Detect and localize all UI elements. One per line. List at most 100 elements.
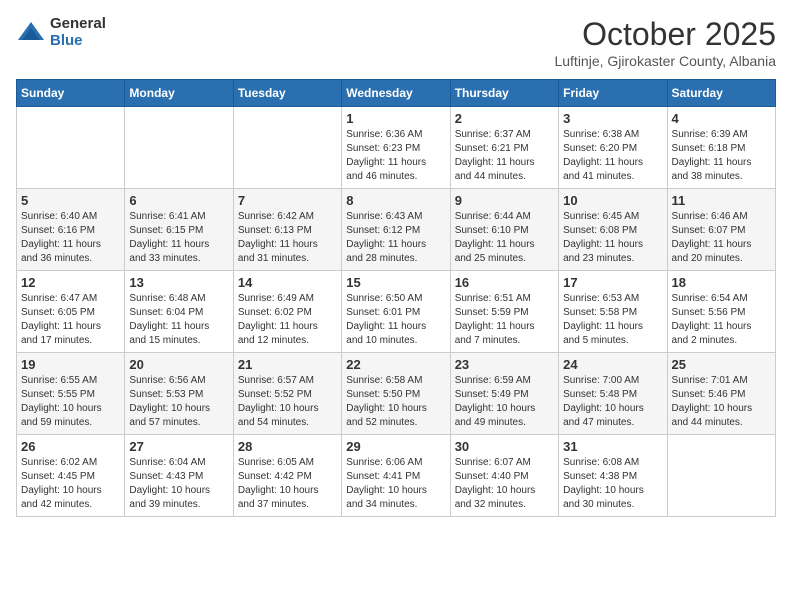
day-info: Sunrise: 6:51 AM Sunset: 5:59 PM Dayligh… [455, 292, 554, 348]
day-info: Sunrise: 7:01 AM Sunset: 5:46 PM Dayligh… [672, 374, 771, 430]
location-subtitle: Luftinje, Gjirokaster County, Albania [554, 53, 776, 69]
day-number: 13 [129, 275, 228, 290]
calendar-cell: 6 Sunrise: 6:41 AM Sunset: 6:15 PM Daylig… [125, 189, 233, 271]
day-info: Sunrise: 6:59 AM Sunset: 5:49 PM Dayligh… [455, 374, 554, 430]
calendar-cell: 18 Sunrise: 6:54 AM Sunset: 5:56 PM Dayli… [667, 271, 775, 353]
calendar-cell: 28Sunrise: 6:05 AM Sunset: 4:42 PM Dayli… [233, 435, 341, 517]
day-number: 21 [238, 357, 337, 372]
calendar-cell: 12 Sunrise: 6:47 AM Sunset: 6:05 PM Dayli… [17, 271, 125, 353]
day-info: Sunrise: 6:05 AM Sunset: 4:42 PM Dayligh… [238, 456, 337, 512]
day-info: Sunrise: 6:54 AM Sunset: 5:56 PM Dayligh… [672, 292, 771, 348]
calendar-cell: 26Sunrise: 6:02 AM Sunset: 4:45 PM Dayli… [17, 435, 125, 517]
day-info: Sunrise: 6:37 AM Sunset: 6:21 PM Dayligh… [455, 128, 554, 184]
calendar-cell: 7 Sunrise: 6:42 AM Sunset: 6:13 PM Daylig… [233, 189, 341, 271]
day-info: Sunrise: 6:07 AM Sunset: 4:40 PM Dayligh… [455, 456, 554, 512]
calendar-table: SundayMondayTuesdayWednesdayThursdayFrid… [16, 79, 776, 517]
calendar-cell: 24Sunrise: 7:00 AM Sunset: 5:48 PM Dayli… [559, 353, 667, 435]
calendar-cell: 11Sunrise: 6:46 AM Sunset: 6:07 PM Dayli… [667, 189, 775, 271]
day-number: 9 [455, 193, 554, 208]
day-number: 19 [21, 357, 120, 372]
day-number: 29 [346, 439, 445, 454]
calendar-cell: 2 Sunrise: 6:37 AM Sunset: 6:21 PM Daylig… [450, 107, 558, 189]
calendar-day-header: Sunday [17, 80, 125, 107]
calendar-cell: 15 Sunrise: 6:50 AM Sunset: 6:01 PM Dayli… [342, 271, 450, 353]
calendar-cell [125, 107, 233, 189]
day-info: Sunrise: 6:49 AM Sunset: 6:02 PM Dayligh… [238, 292, 337, 348]
day-number: 15 [346, 275, 445, 290]
calendar-week-row: 19 Sunrise: 6:55 AM Sunset: 5:55 PM Dayli… [17, 353, 776, 435]
day-number: 14 [238, 275, 337, 290]
day-number: 7 [238, 193, 337, 208]
day-info: Sunrise: 6:06 AM Sunset: 4:41 PM Dayligh… [346, 456, 445, 512]
day-info: Sunrise: 6:42 AM Sunset: 6:13 PM Dayligh… [238, 210, 337, 266]
calendar-cell: 27 Sunrise: 6:04 AM Sunset: 4:43 PM Dayli… [125, 435, 233, 517]
calendar-cell: 9 Sunrise: 6:44 AM Sunset: 6:10 PM Daylig… [450, 189, 558, 271]
day-info: Sunrise: 6:40 AM Sunset: 6:16 PM Dayligh… [21, 210, 120, 266]
day-number: 18 [672, 275, 771, 290]
day-number: 1 [346, 111, 445, 126]
calendar-cell: 19 Sunrise: 6:55 AM Sunset: 5:55 PM Dayli… [17, 353, 125, 435]
logo-icon [16, 18, 46, 48]
day-number: 22 [346, 357, 445, 372]
calendar-cell: 29 Sunrise: 6:06 AM Sunset: 4:41 PM Dayli… [342, 435, 450, 517]
calendar-cell: 1 Sunrise: 6:36 AM Sunset: 6:23 PM Daylig… [342, 107, 450, 189]
calendar-week-row: 26Sunrise: 6:02 AM Sunset: 4:45 PM Dayli… [17, 435, 776, 517]
calendar-week-row: 5 Sunrise: 6:40 AM Sunset: 6:16 PM Daylig… [17, 189, 776, 271]
day-number: 6 [129, 193, 228, 208]
day-info: Sunrise: 6:46 AM Sunset: 6:07 PM Dayligh… [672, 210, 771, 266]
logo: General Blue [16, 16, 106, 49]
logo-general-text: General [50, 16, 106, 33]
day-info: Sunrise: 6:58 AM Sunset: 5:50 PM Dayligh… [346, 374, 445, 430]
calendar-cell: 25 Sunrise: 7:01 AM Sunset: 5:46 PM Dayli… [667, 353, 775, 435]
calendar-cell: 13 Sunrise: 6:48 AM Sunset: 6:04 PM Dayli… [125, 271, 233, 353]
calendar-cell: 20 Sunrise: 6:56 AM Sunset: 5:53 PM Dayli… [125, 353, 233, 435]
calendar-week-row: 1 Sunrise: 6:36 AM Sunset: 6:23 PM Daylig… [17, 107, 776, 189]
calendar-day-header: Thursday [450, 80, 558, 107]
calendar-cell: 21 Sunrise: 6:57 AM Sunset: 5:52 PM Dayli… [233, 353, 341, 435]
calendar-cell: 16 Sunrise: 6:51 AM Sunset: 5:59 PM Dayli… [450, 271, 558, 353]
day-info: Sunrise: 6:50 AM Sunset: 6:01 PM Dayligh… [346, 292, 445, 348]
calendar-cell: 31 Sunrise: 6:08 AM Sunset: 4:38 PM Dayli… [559, 435, 667, 517]
calendar-day-header: Friday [559, 80, 667, 107]
day-info: Sunrise: 6:04 AM Sunset: 4:43 PM Dayligh… [129, 456, 228, 512]
day-number: 12 [21, 275, 120, 290]
calendar-cell: 23Sunrise: 6:59 AM Sunset: 5:49 PM Dayli… [450, 353, 558, 435]
calendar-cell: 8Sunrise: 6:43 AM Sunset: 6:12 PM Daylig… [342, 189, 450, 271]
day-number: 10 [563, 193, 662, 208]
day-info: Sunrise: 6:57 AM Sunset: 5:52 PM Dayligh… [238, 374, 337, 430]
day-info: Sunrise: 6:53 AM Sunset: 5:58 PM Dayligh… [563, 292, 662, 348]
day-number: 20 [129, 357, 228, 372]
calendar-header-row: SundayMondayTuesdayWednesdayThursdayFrid… [17, 80, 776, 107]
calendar-day-header: Saturday [667, 80, 775, 107]
day-number: 5 [21, 193, 120, 208]
month-title: October 2025 [554, 16, 776, 53]
day-number: 17 [563, 275, 662, 290]
day-info: Sunrise: 6:36 AM Sunset: 6:23 PM Dayligh… [346, 128, 445, 184]
day-info: Sunrise: 6:48 AM Sunset: 6:04 PM Dayligh… [129, 292, 228, 348]
calendar-cell: 22 Sunrise: 6:58 AM Sunset: 5:50 PM Dayli… [342, 353, 450, 435]
calendar-cell: 10 Sunrise: 6:45 AM Sunset: 6:08 PM Dayli… [559, 189, 667, 271]
day-info: Sunrise: 6:38 AM Sunset: 6:20 PM Dayligh… [563, 128, 662, 184]
day-info: Sunrise: 6:41 AM Sunset: 6:15 PM Dayligh… [129, 210, 228, 266]
day-info: Sunrise: 6:47 AM Sunset: 6:05 PM Dayligh… [21, 292, 120, 348]
day-number: 4 [672, 111, 771, 126]
day-number: 31 [563, 439, 662, 454]
calendar-cell [667, 435, 775, 517]
day-info: Sunrise: 6:56 AM Sunset: 5:53 PM Dayligh… [129, 374, 228, 430]
day-info: Sunrise: 6:08 AM Sunset: 4:38 PM Dayligh… [563, 456, 662, 512]
calendar-cell: 4Sunrise: 6:39 AM Sunset: 6:18 PM Daylig… [667, 107, 775, 189]
calendar-cell: 30Sunrise: 6:07 AM Sunset: 4:40 PM Dayli… [450, 435, 558, 517]
day-number: 25 [672, 357, 771, 372]
day-number: 24 [563, 357, 662, 372]
calendar-day-header: Monday [125, 80, 233, 107]
calendar-cell: 3Sunrise: 6:38 AM Sunset: 6:20 PM Daylig… [559, 107, 667, 189]
day-number: 2 [455, 111, 554, 126]
day-number: 16 [455, 275, 554, 290]
day-info: Sunrise: 6:45 AM Sunset: 6:08 PM Dayligh… [563, 210, 662, 266]
logo-blue-text: Blue [50, 33, 106, 50]
day-info: Sunrise: 6:44 AM Sunset: 6:10 PM Dayligh… [455, 210, 554, 266]
day-number: 27 [129, 439, 228, 454]
calendar-day-header: Wednesday [342, 80, 450, 107]
day-info: Sunrise: 6:55 AM Sunset: 5:55 PM Dayligh… [21, 374, 120, 430]
calendar-day-header: Tuesday [233, 80, 341, 107]
